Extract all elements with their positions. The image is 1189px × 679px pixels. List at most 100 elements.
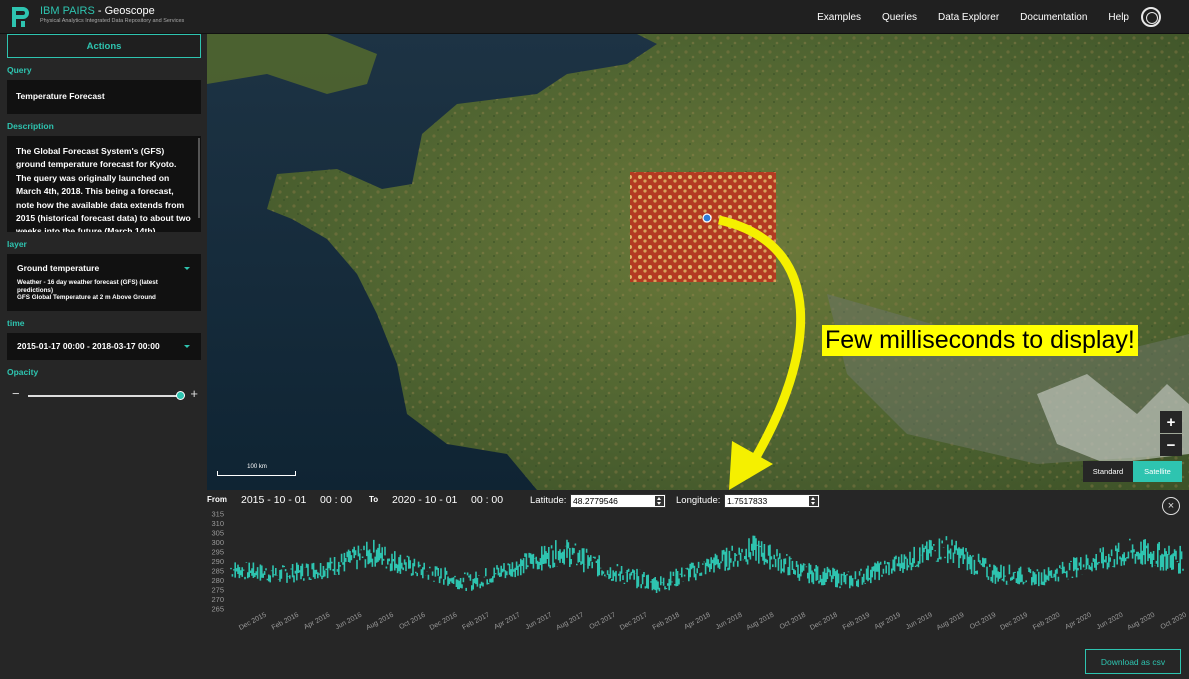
y-tick-label: 295 [211,548,224,557]
time-select[interactable]: 2015-01-17 00:00 - 2018-03-17 00:00 [7,333,201,360]
x-tick-label: Apr 2016 [303,612,331,632]
x-tick-label: Oct 2019 [969,612,997,632]
brand-separator: - [94,5,105,17]
map-view[interactable] [207,34,1189,490]
map-scale-bar: 100 km [217,464,297,478]
description-label: Description [7,121,54,131]
opacity-thumb[interactable] [176,391,185,400]
y-tick-label: 275 [211,586,224,595]
download-csv-button[interactable]: Download as csv [1085,649,1181,674]
x-tick-label: Feb 2019 [842,612,871,632]
x-tick-label: Aug 2019 [936,612,966,632]
nav-queries[interactable]: Queries [882,12,917,23]
longitude-spinner-icon[interactable] [809,496,818,506]
y-tick-label: 300 [211,538,224,547]
x-tick-label: Apr 2017 [493,612,521,632]
x-tick-label: Dec 2019 [999,612,1029,632]
actions-button[interactable]: Actions [7,34,201,58]
location-marker-icon[interactable] [702,213,712,223]
nav-data-explorer[interactable]: Data Explorer [938,12,999,23]
user-circle-icon[interactable] [1141,7,1161,27]
brand: IBM PAIRS - Geoscope Physical Analytics … [40,5,184,25]
to-date-input[interactable]: 2020 - 10 - 01 [392,494,457,506]
x-tick-label: Oct 2018 [779,612,807,632]
to-time-input[interactable]: 00 : 00 [471,494,503,506]
x-tick-label: Feb 2018 [652,612,681,632]
x-tick-label: Dec 2017 [619,612,649,632]
query-box[interactable]: Temperature Forecast [7,80,201,114]
satellite-map-toggle[interactable]: Satellite [1133,461,1182,482]
opacity-slider[interactable]: − + [12,386,198,403]
opacity-minus-icon[interactable]: − [12,386,20,401]
top-bar: IBM PAIRS - Geoscope Physical Analytics … [0,0,1189,34]
y-tick-label: 285 [211,567,224,576]
x-tick-label: Jun 2020 [1096,612,1125,632]
description-text: The Global Forecast System's (GFS) groun… [16,146,191,232]
latitude-spinner-icon[interactable] [655,496,664,506]
y-tick-label: 290 [211,557,224,566]
brand-subtitle: Physical Analytics Integrated Data Repos… [40,18,185,24]
longitude-value: 1.7517833 [727,496,768,506]
time-value: 2015-01-17 00:00 - 2018-03-17 00:00 [17,341,160,351]
sidebar: Actions Query Temperature Forecast Descr… [0,34,207,679]
timeseries-svg[interactable]: 265270275280285290295300305310315 Dec 201… [207,510,1189,650]
pairs-logo-icon[interactable] [12,7,30,27]
x-tick-label: Apr 2020 [1064,612,1092,632]
x-tick-label: Dec 2016 [429,612,459,632]
description-box[interactable]: The Global Forecast System's (GFS) groun… [7,136,201,232]
latitude-input[interactable]: 48.2779546 [570,494,666,508]
from-time-input[interactable]: 00 : 00 [320,494,352,506]
zoom-out-button[interactable]: − [1160,434,1182,456]
description-scrollbar[interactable] [198,138,200,218]
satellite-map[interactable] [207,34,1189,490]
temperature-series-line[interactable] [230,535,1184,593]
annotation-callout: Few milliseconds to display! [822,325,1138,356]
nav-examples[interactable]: Examples [817,12,861,23]
standard-map-toggle[interactable]: Standard [1083,461,1133,482]
x-tick-label: Aug 2018 [745,612,775,632]
layer-subtitle: Weather - 16 day weather forecast (GFS) … [17,279,185,302]
x-tick-label: Jun 2019 [905,612,934,632]
top-nav: Examples Queries Data Explorer Documenta… [817,0,1129,34]
x-tick-label: Jun 2017 [525,612,554,632]
app-root: IBM PAIRS - Geoscope Physical Analytics … [0,0,1189,679]
layer-select[interactable]: Ground temperature Weather - 16 day weat… [7,254,201,311]
timeseries-panel: From 2015 - 10 - 01 00 : 00 To 2020 - 10… [207,490,1189,679]
longitude-input[interactable]: 1.7517833 [724,494,820,508]
y-tick-label: 270 [211,595,224,604]
x-tick-label: Oct 2020 [1160,612,1188,632]
y-tick-label: 305 [211,529,224,538]
latitude-label: Latitude: [530,495,567,506]
nav-help[interactable]: Help [1108,12,1129,23]
layer-label: layer [7,239,27,249]
x-tick-label: Feb 2016 [271,612,300,632]
x-tick-label: Oct 2016 [398,612,426,632]
x-tick-label: Aug 2017 [555,612,585,632]
brand-title: IBM PAIRS - Geoscope [40,5,184,17]
brand-product: Geoscope [104,5,155,17]
zoom-in-button[interactable]: + [1160,411,1182,433]
opacity-track[interactable] [28,395,178,397]
from-date-input[interactable]: 2015 - 10 - 01 [241,494,306,506]
x-tick-label: Dec 2015 [238,612,268,632]
scale-label: 100 km [247,464,267,470]
layer-title: Ground temperature [17,263,100,273]
y-tick-label: 315 [211,510,224,519]
nav-documentation[interactable]: Documentation [1020,12,1087,23]
latitude-value: 48.2779546 [573,496,618,506]
x-tick-label: Apr 2019 [873,612,901,632]
x-tick-label: Aug 2020 [1126,612,1156,632]
temperature-overlay[interactable] [630,172,776,282]
query-value: Temperature Forecast [16,91,105,101]
to-label: To [369,495,379,504]
x-tick-label: Feb 2020 [1032,612,1061,632]
chevron-down-icon[interactable] [184,267,190,270]
y-tick-label: 265 [211,605,224,614]
opacity-plus-icon[interactable]: + [190,386,198,401]
longitude-label: Longitude: [676,495,721,506]
opacity-label: Opacity [7,367,39,377]
x-tick-label: Oct 2017 [588,612,616,632]
timeseries-chart[interactable]: 265 270 275 280 285 290 295 300 305 310 315 Dec 201… [207,510,1189,650]
x-tick-label: Jun 2018 [715,612,744,632]
chevron-down-icon[interactable] [184,345,190,348]
